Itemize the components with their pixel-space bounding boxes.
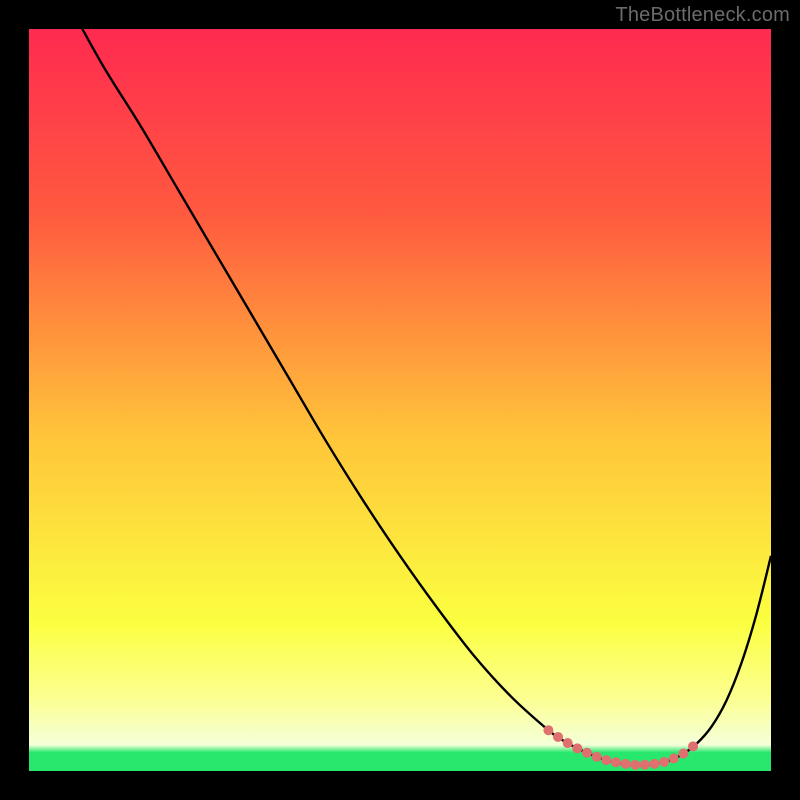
chart-background bbox=[29, 29, 771, 771]
chart-frame: TheBottleneck.com bbox=[0, 0, 800, 800]
chart-svg bbox=[29, 29, 771, 771]
highlight-dot bbox=[572, 743, 582, 753]
highlight-dot bbox=[640, 760, 650, 770]
highlight-dot bbox=[650, 759, 660, 769]
watermark-text: TheBottleneck.com bbox=[615, 4, 790, 27]
plot-area bbox=[29, 29, 771, 771]
highlight-dot bbox=[611, 757, 621, 767]
highlight-dot bbox=[601, 755, 611, 765]
highlight-dot bbox=[678, 749, 688, 759]
highlight-dot bbox=[543, 725, 553, 735]
highlight-dot bbox=[669, 753, 679, 763]
highlight-dot bbox=[582, 748, 592, 758]
highlight-dot bbox=[621, 759, 631, 769]
highlight-dot bbox=[659, 757, 669, 767]
highlight-dot bbox=[563, 738, 573, 748]
highlight-dot bbox=[553, 732, 563, 742]
highlight-dot bbox=[630, 760, 640, 770]
highlight-dot bbox=[592, 752, 602, 762]
highlight-dot bbox=[688, 741, 698, 751]
